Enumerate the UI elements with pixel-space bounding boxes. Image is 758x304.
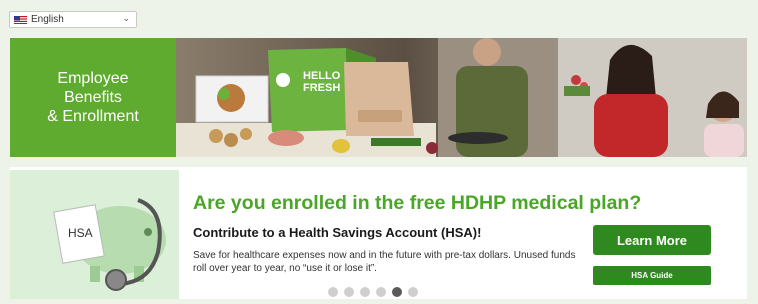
banner-title: Employee Benefits & Enrollment (47, 70, 139, 125)
carousel-dot[interactable] (360, 287, 370, 297)
carousel-dot-active[interactable] (392, 287, 402, 297)
hero-banner: Employee Benefits & Enrollment HELLO FRE… (10, 38, 747, 157)
promo-subhead: Contribute to a Health Savings Account (… (193, 225, 482, 240)
chevron-down-icon: ⌄ (122, 13, 130, 23)
us-flag-icon (14, 15, 27, 24)
carousel-dot[interactable] (328, 287, 338, 297)
hsa-illustration: HSA (10, 170, 179, 299)
banner-title-panel: Employee Benefits & Enrollment (10, 38, 176, 157)
banner-photo: HELLO FRESH (176, 38, 747, 157)
carousel-dot[interactable] (408, 287, 418, 297)
carousel-dot[interactable] (344, 287, 354, 297)
box-label-hello: HELLO (303, 70, 341, 82)
language-select[interactable]: English ⌄ (9, 11, 137, 28)
carousel-dot[interactable] (376, 287, 386, 297)
carousel-pagination (328, 287, 418, 297)
hsa-guide-button[interactable]: HSA Guide (593, 266, 711, 285)
box-label-fresh: FRESH (303, 82, 341, 94)
language-select-value: English (31, 14, 64, 25)
hsa-tag-label: HSA (68, 226, 93, 240)
learn-more-button[interactable]: Learn More (593, 225, 711, 255)
promo-body: Save for healthcare expenses now and in … (193, 250, 576, 274)
promo-headline: Are you enrolled in the free HDHP medica… (193, 192, 642, 214)
hsa-promo-card: HSA Are you enrolled in the free HDHP me… (10, 167, 747, 299)
